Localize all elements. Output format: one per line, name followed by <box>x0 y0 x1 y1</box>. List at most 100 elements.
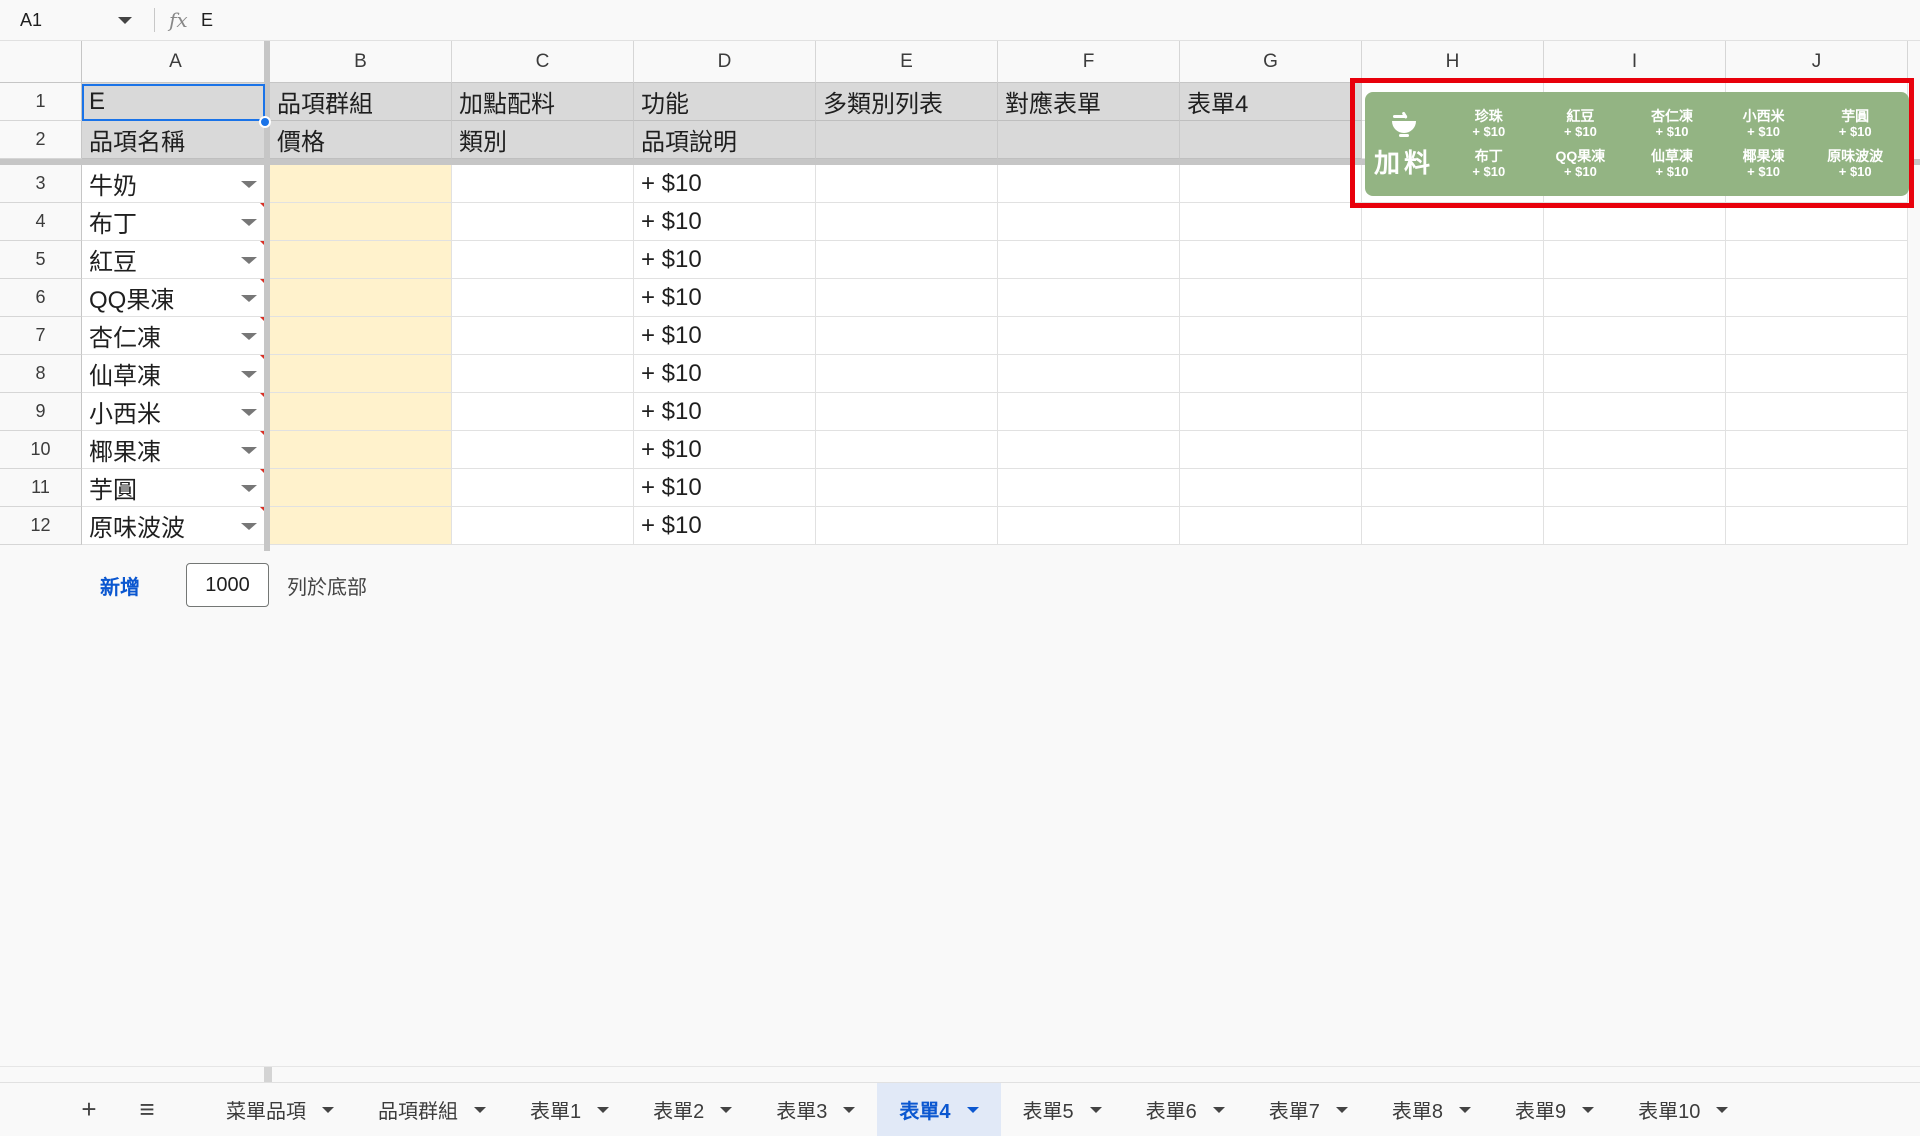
dropdown-arrow-icon[interactable] <box>241 332 257 340</box>
row-header-11[interactable]: 11 <box>0 469 82 507</box>
chevron-down-icon[interactable] <box>843 1106 856 1113</box>
cell-j9[interactable] <box>1726 393 1908 431</box>
dropdown-arrow-icon[interactable] <box>241 484 257 492</box>
category-cell[interactable] <box>452 507 634 545</box>
price-cell[interactable] <box>270 393 452 431</box>
cell-f12[interactable] <box>998 507 1180 545</box>
cell-e8[interactable] <box>816 355 998 393</box>
cell-g7[interactable] <box>1180 317 1362 355</box>
cell-d1[interactable]: 功能 <box>634 83 816 121</box>
cell-f10[interactable] <box>998 431 1180 469</box>
cell-g12[interactable] <box>1180 507 1362 545</box>
item-desc-cell[interactable]: + $10 <box>634 431 816 469</box>
cell-j8[interactable] <box>1726 355 1908 393</box>
item-name-cell[interactable]: 椰果凍 <box>82 431 270 469</box>
dropdown-arrow-icon[interactable] <box>241 294 257 302</box>
cell-i5[interactable] <box>1544 241 1726 279</box>
cell-g3[interactable] <box>1180 165 1362 203</box>
cell-g10[interactable] <box>1180 431 1362 469</box>
cell-g5[interactable] <box>1180 241 1362 279</box>
cell-f6[interactable] <box>998 279 1180 317</box>
cell-g11[interactable] <box>1180 469 1362 507</box>
sheet-tab[interactable]: 表單5 <box>1001 1083 1124 1136</box>
item-name-cell[interactable]: 杏仁凍 <box>82 317 270 355</box>
cell-i12[interactable] <box>1544 507 1726 545</box>
cell-h5[interactable] <box>1362 241 1544 279</box>
column-header-b[interactable]: B <box>270 41 452 83</box>
column-header-j[interactable]: J <box>1726 41 1908 83</box>
cell-j7[interactable] <box>1726 317 1908 355</box>
item-name-cell[interactable]: 小西米 <box>82 393 270 431</box>
sheet-tab[interactable]: 表單1 <box>508 1083 631 1136</box>
cell-c1[interactable]: 加點配料 <box>452 83 634 121</box>
sheet-tab[interactable]: 表單9 <box>1493 1083 1616 1136</box>
cell-e3[interactable] <box>816 165 998 203</box>
sheet-tab[interactable]: 品項群組 <box>356 1083 508 1136</box>
cell-f4[interactable] <box>998 203 1180 241</box>
formula-input[interactable]: E <box>201 10 213 31</box>
cell-g4[interactable] <box>1180 203 1362 241</box>
row-header-12[interactable]: 12 <box>0 507 82 545</box>
row-header-1[interactable]: 1 <box>0 83 82 121</box>
cell-a2[interactable]: 品項名稱 <box>82 121 270 159</box>
dropdown-arrow-icon[interactable] <box>241 522 257 530</box>
add-sheet-button[interactable]: + <box>60 1083 118 1136</box>
dropdown-arrow-icon[interactable] <box>241 446 257 454</box>
item-desc-cell[interactable]: + $10 <box>634 203 816 241</box>
cell-j6[interactable] <box>1726 279 1908 317</box>
cell-g6[interactable] <box>1180 279 1362 317</box>
cell-e11[interactable] <box>816 469 998 507</box>
cell-g2[interactable] <box>1180 121 1362 159</box>
cell-g9[interactable] <box>1180 393 1362 431</box>
column-header-d[interactable]: D <box>634 41 816 83</box>
cell-i7[interactable] <box>1544 317 1726 355</box>
name-box[interactable]: A1 <box>0 0 150 41</box>
cell-f8[interactable] <box>998 355 1180 393</box>
column-header-g[interactable]: G <box>1180 41 1362 83</box>
price-cell[interactable] <box>270 241 452 279</box>
category-cell[interactable] <box>452 431 634 469</box>
cell-g8[interactable] <box>1180 355 1362 393</box>
chevron-down-icon[interactable] <box>322 1106 334 1113</box>
all-sheets-button[interactable]: ≡ <box>118 1083 176 1136</box>
dropdown-arrow-icon[interactable] <box>241 180 257 188</box>
price-cell[interactable] <box>270 355 452 393</box>
cell-i9[interactable] <box>1544 393 1726 431</box>
row-header-6[interactable]: 6 <box>0 279 82 317</box>
category-cell[interactable] <box>452 469 634 507</box>
cell-a1[interactable]: E <box>82 83 270 121</box>
cell-b2[interactable]: 價格 <box>270 121 452 159</box>
cell-f2[interactable] <box>998 121 1180 159</box>
chevron-down-icon[interactable] <box>1335 1106 1348 1113</box>
sheet-tab[interactable]: 表單3 <box>754 1083 877 1136</box>
cell-f1[interactable]: 對應表單 <box>998 83 1180 121</box>
chevron-down-icon[interactable] <box>1212 1106 1225 1113</box>
category-cell[interactable] <box>452 203 634 241</box>
row-header-9[interactable]: 9 <box>0 393 82 431</box>
category-cell[interactable] <box>452 165 634 203</box>
cell-b1[interactable]: 品項群組 <box>270 83 452 121</box>
cell-h12[interactable] <box>1362 507 1544 545</box>
item-name-cell[interactable]: 仙草凍 <box>82 355 270 393</box>
cell-h6[interactable] <box>1362 279 1544 317</box>
sheet-tab[interactable]: 表單6 <box>1124 1083 1247 1136</box>
cell-c2[interactable]: 類別 <box>452 121 634 159</box>
category-cell[interactable] <box>452 279 634 317</box>
cell-i11[interactable] <box>1544 469 1726 507</box>
item-name-cell[interactable]: 原味波波 <box>82 507 270 545</box>
cell-i10[interactable] <box>1544 431 1726 469</box>
cell-j12[interactable] <box>1726 507 1908 545</box>
category-cell[interactable] <box>452 241 634 279</box>
chevron-down-icon[interactable] <box>597 1106 610 1113</box>
add-rows-button[interactable]: 新增 <box>100 571 140 600</box>
chevron-down-icon[interactable] <box>1582 1106 1595 1113</box>
price-cell[interactable] <box>270 317 452 355</box>
cell-f5[interactable] <box>998 241 1180 279</box>
price-cell[interactable] <box>270 279 452 317</box>
price-cell[interactable] <box>270 431 452 469</box>
item-desc-cell[interactable]: + $10 <box>634 241 816 279</box>
column-header-f[interactable]: F <box>998 41 1180 83</box>
row-header-8[interactable]: 8 <box>0 355 82 393</box>
cell-e10[interactable] <box>816 431 998 469</box>
cell-h7[interactable] <box>1362 317 1544 355</box>
